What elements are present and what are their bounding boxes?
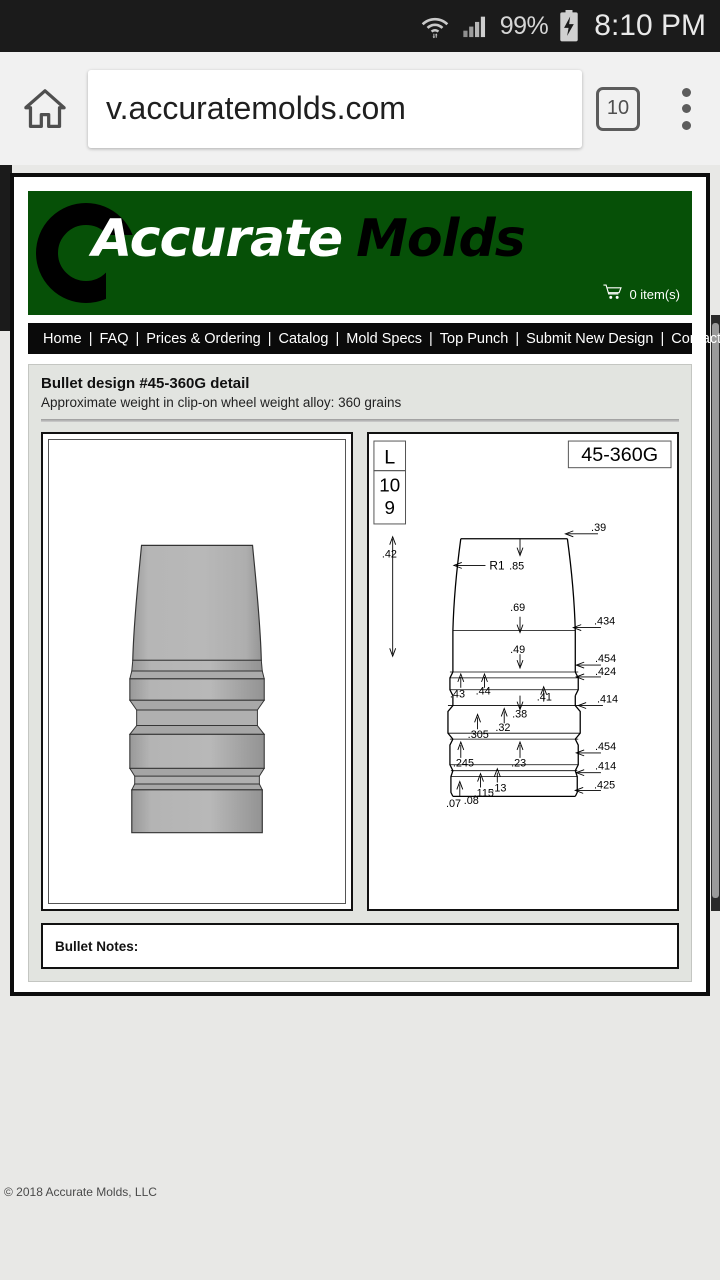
dim-band2-dia: .414 (597, 694, 618, 706)
bullet-dimension-drawing: 45-360G L 10 9 .42 .85 .39 R1 .434 .69 .… (373, 440, 672, 810)
tab-counter-button[interactable]: 10 (596, 86, 640, 131)
bullet-notes-label: Bullet Notes: (55, 938, 139, 954)
dim-seg-245: .245 (453, 758, 474, 770)
website-frame: Accurate Molds 0 item(s) Home | FAQ | Pr… (10, 173, 720, 996)
overflow-menu-icon[interactable] (668, 85, 704, 133)
dim-seg-305: .305 (468, 729, 489, 741)
tab-count-label: 10 (606, 97, 630, 119)
dim-seg-08: .08 (464, 795, 479, 807)
site-header-banner: Accurate Molds 0 item(s) (28, 191, 692, 315)
cart-item-count-label: 0 item(s) (629, 287, 680, 302)
dim-base-dia: .425 (594, 779, 615, 791)
wifi-icon (420, 11, 450, 41)
dim-radius: R1 (489, 558, 504, 572)
site-logo-text[interactable]: Accurate Molds (92, 213, 526, 265)
page-viewport: Accurate Molds 0 item(s) Home | FAQ | Pr… (0, 165, 720, 1280)
dim-groove2-dia: .414 (595, 761, 616, 773)
bullet-render-panel[interactable] (41, 432, 354, 911)
status-clock: 8:10 PM (594, 9, 706, 42)
nav-item-mold-specs[interactable]: Mold Specs (339, 331, 429, 347)
menu-dot (681, 104, 691, 113)
bullet-technical-drawing-panel[interactable]: 45-360G L 10 9 .42 .85 .39 R1 .434 .69 .… (367, 432, 679, 911)
browser-toolbar: v.accuratemolds.com 10 (0, 52, 720, 165)
drawing-panels: 45-360G L 10 9 .42 .85 .39 R1 .434 .69 .… (41, 432, 679, 911)
cell-signal-icon (460, 12, 490, 40)
dim-ogive-mid: .85 (509, 560, 524, 572)
nav-item-home[interactable]: Home (36, 331, 89, 347)
nav-item-top-punch[interactable]: Top Punch (433, 331, 516, 347)
battery-charging-icon (558, 10, 580, 42)
url-bar[interactable]: v.accuratemolds.com (88, 69, 582, 148)
dim-meplat: .39 (591, 522, 606, 534)
menu-dot (681, 120, 691, 130)
dim-band1-dia: .454 (595, 653, 616, 665)
dim-seg-44: .44 (476, 686, 491, 698)
menu-dot (681, 87, 691, 97)
dim-seg-49: .49 (510, 644, 525, 656)
url-text[interactable]: v.accuratemolds.com (106, 90, 406, 127)
page-bottom-background (0, 1217, 720, 1280)
logo-word-molds: Molds (356, 209, 525, 269)
nav-item-catalog[interactable]: Catalog (271, 331, 335, 347)
page-subtitle: Approximate weight in clip-on wheel weig… (41, 395, 402, 410)
dim-nose-height: .42 (382, 549, 397, 561)
drawing-box-L: L (384, 447, 395, 469)
drawing-box-10: 10 (379, 474, 400, 495)
home-icon[interactable] (16, 80, 74, 138)
page-title: Bullet design #45-360G detail (41, 375, 250, 392)
bullet-detail-panel: Bullet design #45-360G detail Approximat… (28, 364, 692, 982)
nav-item-submit-new-design[interactable]: Submit New Design (519, 331, 660, 347)
nav-item-prices-ordering[interactable]: Prices & Ordering (139, 331, 267, 347)
page-scrollbar[interactable] (712, 323, 719, 898)
nav-item-contact[interactable]: Contact (664, 331, 720, 347)
android-status-bar: 99% 8:10 PM (0, 0, 720, 52)
nav-item-faq[interactable]: FAQ (92, 331, 135, 347)
bullet-render-inner-border (48, 439, 347, 904)
dim-ogive-lower: .69 (510, 602, 525, 614)
dim-seg-07: .07 (446, 798, 461, 810)
dim-band3-dia: .454 (595, 741, 616, 753)
dim-seg-23: .23 (511, 758, 526, 770)
dim-body-top-dia: .434 (594, 616, 615, 628)
bullet-3d-render (128, 544, 266, 834)
shopping-cart-icon (603, 284, 623, 305)
dim-seg-43: .43 (450, 689, 465, 701)
dim-seg-38: .38 (512, 708, 527, 720)
bullet-notes-box[interactable]: Bullet Notes: (41, 923, 679, 969)
dim-groove1-dia: .424 (595, 666, 616, 678)
battery-percent-label: 99% (499, 11, 549, 40)
dim-seg-41: .41 (537, 692, 552, 704)
dim-seg-32: .32 (495, 722, 510, 734)
drawing-title-block: 45-360G (581, 444, 658, 466)
logo-word-accurate: Accurate (92, 209, 343, 269)
copyright-footer: © 2018 Accurate Molds, LLC (4, 1185, 157, 1199)
cart-link[interactable]: 0 item(s) (603, 284, 680, 305)
main-navigation: Home | FAQ | Prices & Ordering | Catalog… (28, 323, 720, 354)
drawing-box-9: 9 (385, 497, 395, 518)
divider (41, 419, 679, 422)
